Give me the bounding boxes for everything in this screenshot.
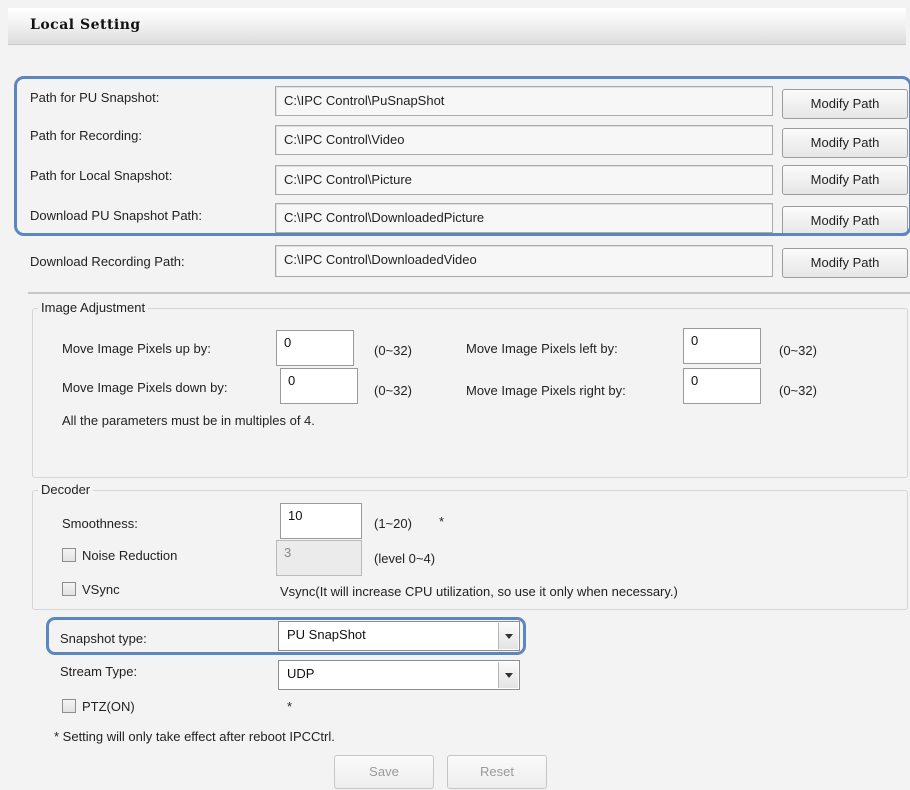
snapshot-type-value: PU SnapShot: [287, 627, 366, 642]
stream-type-label: Stream Type:: [60, 664, 138, 679]
move-up-range: (0~32): [374, 343, 412, 358]
move-up-label: Move Image Pixels up by:: [62, 341, 211, 356]
modify-path-button-download-recording[interactable]: Modify Path: [782, 248, 908, 278]
move-left-range: (0~32): [779, 343, 817, 358]
smoothness-input[interactable]: 10: [280, 503, 362, 539]
stream-type-value: UDP: [287, 666, 315, 681]
move-up-input[interactable]: 0: [276, 330, 354, 366]
stream-type-select[interactable]: UDP: [278, 660, 520, 690]
image-adjustment-legend: Image Adjustment: [38, 300, 149, 315]
snapshot-type-label: Snapshot type:: [60, 631, 147, 646]
vsync-checkbox[interactable]: [62, 582, 76, 596]
move-right-range: (0~32): [779, 383, 817, 398]
ptz-required-mark: *: [287, 699, 293, 714]
ptz-label: PTZ(ON): [82, 699, 135, 714]
path-label-download-recording: Download Recording Path:: [30, 254, 185, 269]
title-bar: Local Setting: [8, 8, 906, 45]
noise-reduction-range: (level 0~4): [374, 551, 436, 566]
move-left-label: Move Image Pixels left by:: [466, 341, 618, 356]
reboot-footnote: * Setting will only take effect after re…: [54, 729, 335, 744]
window-title: Local Setting: [30, 17, 141, 33]
reset-button[interactable]: Reset: [447, 755, 547, 789]
multiples-note: All the parameters must be in multiples …: [62, 413, 315, 428]
smoothness-range: (1~20): [374, 516, 412, 531]
snapshot-type-select[interactable]: PU SnapShot: [278, 621, 520, 651]
path-highlight-frame: [14, 76, 910, 236]
decoder-legend: Decoder: [38, 482, 94, 497]
noise-reduction-checkbox[interactable]: [62, 548, 76, 562]
chevron-down-icon[interactable]: [498, 662, 518, 688]
ptz-checkbox[interactable]: [62, 699, 76, 713]
noise-reduction-label: Noise Reduction: [82, 548, 178, 563]
move-down-range: (0~32): [374, 383, 412, 398]
move-down-input[interactable]: 0: [280, 368, 358, 404]
move-right-input[interactable]: 0: [683, 368, 761, 404]
noise-reduction-level-input: 3: [276, 540, 362, 576]
move-left-input[interactable]: 0: [683, 328, 761, 364]
move-down-label: Move Image Pixels down by:: [62, 380, 228, 395]
smoothness-label: Smoothness:: [62, 516, 138, 531]
divider: [28, 292, 910, 294]
vsync-note: Vsync(It will increase CPU utilization, …: [280, 584, 678, 599]
chevron-down-icon[interactable]: [498, 623, 518, 649]
smoothness-required-mark: *: [439, 514, 445, 529]
save-button[interactable]: Save: [334, 755, 434, 789]
path-field-download-recording[interactable]: C:\IPC Control\DownloadedVideo: [275, 245, 773, 277]
move-right-label: Move Image Pixels right by:: [466, 383, 626, 398]
vsync-label: VSync: [82, 582, 120, 597]
